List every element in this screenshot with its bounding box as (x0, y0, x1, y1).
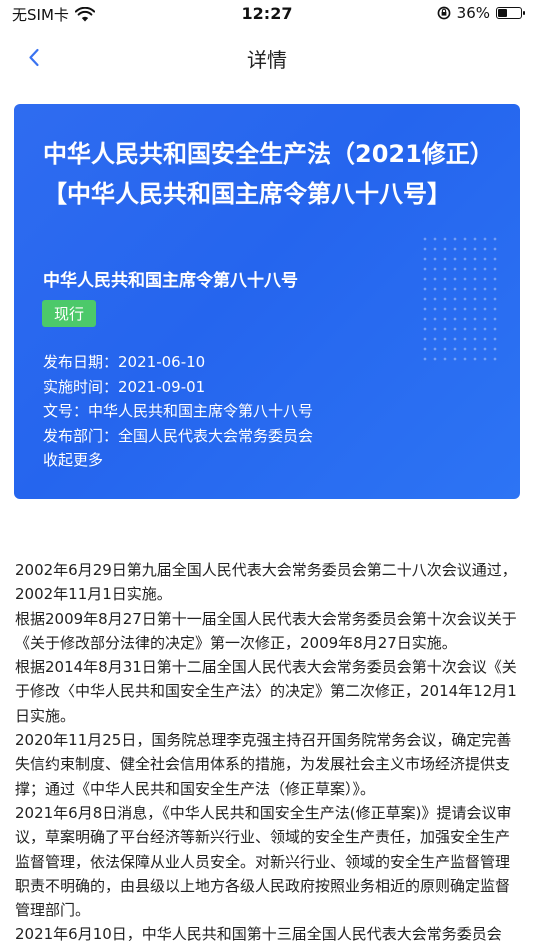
status-badge: 现行 (42, 300, 97, 327)
meta-label: 实施时间： (43, 377, 119, 396)
dot-pattern-decoration (420, 234, 500, 364)
meta-label: 发布部门： (43, 426, 119, 445)
meta-label: 文号： (43, 402, 89, 420)
content-paragraph: 2021年6月10日，中华人民共和国第十三届全国人民代表大会常务委员会 (15, 925, 502, 944)
meta-value: 全国人民代表大会常务委员会 (118, 426, 314, 445)
meta-label: 发布日期： (43, 353, 119, 371)
battery-icon (496, 7, 525, 19)
meta-value: 2021-09-01 (118, 377, 206, 396)
meta-row-issuing-department: 发布部门：全国人民代表大会常务委员会 (43, 424, 313, 449)
battery-level (498, 9, 507, 17)
law-history-content: 2002年6月29日第九届全国人民代表大会常务委员会第二十八次会议通过，2002… (15, 558, 521, 947)
law-info-card: 中华人民共和国安全生产法（2021修正）【中华人民共和国主席令第八十八号】 中华… (14, 104, 520, 499)
law-subtitle: 中华人民共和国主席令第八十八号 (43, 271, 298, 291)
meta-value: 2021-06-10 (118, 353, 206, 371)
content-paragraph: 根据2014年8月31日第十二届全国人民代表大会常务委员会第十次会议《关于修改〈… (15, 658, 517, 725)
status-bar: 无SIM卡 12:27 36% (0, 0, 534, 28)
content-paragraph: 2020年11月25日，国务院总理李克强主持召开国务院常务会议，确定完善失信约束… (15, 731, 512, 798)
rotation-lock-icon (437, 6, 451, 20)
page-title: 详情 (247, 48, 287, 72)
meta-row-document-number: 文号：中华人民共和国主席令第八十八号 (43, 399, 313, 424)
nav-bar: 详情 (0, 28, 534, 88)
meta-row-publish-date: 发布日期：2021-06-10 (43, 350, 313, 375)
law-meta: 发布日期：2021-06-10 实施时间：2021-09-01 文号：中华人民共… (43, 350, 313, 473)
meta-row-effective-date: 实施时间：2021-09-01 (43, 375, 313, 400)
content-paragraph: 2002年6月29日第九届全国人民代表大会常务委员会第二十八次会议通过，2002… (15, 561, 517, 604)
law-title: 中华人民共和国安全生产法（2021修正）【中华人民共和国主席令第八十八号】 (43, 140, 494, 208)
content-paragraph: 2021年6月8日消息，《中华人民共和国安全生产法(修正草案)》提请会议审议，草… (15, 803, 512, 920)
collapse-more-button[interactable]: 收起更多 (43, 448, 313, 473)
status-right: 36% (437, 4, 525, 22)
content-paragraph: 根据2009年8月27日第十一届全国人民代表大会常务委员会第十次会议关于《关于修… (15, 609, 517, 652)
meta-value: 中华人民共和国主席令第八十八号 (88, 402, 314, 420)
battery-percent: 36% (456, 4, 490, 22)
